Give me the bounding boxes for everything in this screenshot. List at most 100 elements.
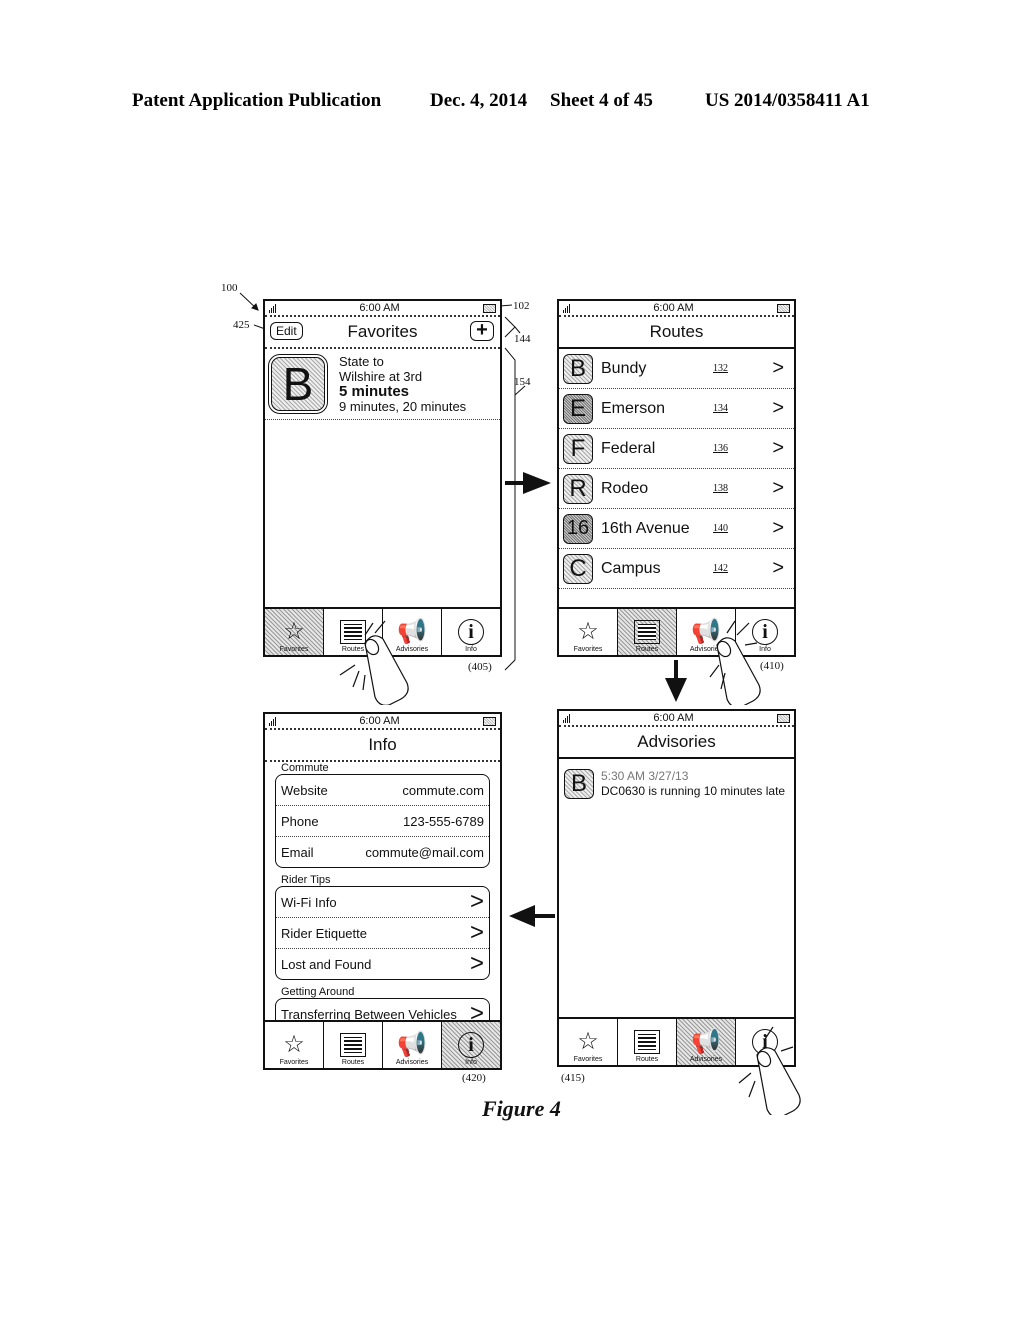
route-row[interactable]: 16 16th Avenue 140 > bbox=[559, 509, 794, 549]
chevron-right-icon: > bbox=[772, 477, 784, 499]
arrow-right-icon bbox=[505, 472, 551, 494]
route-name: Emerson bbox=[601, 399, 666, 417]
tab-favorites[interactable]: ☆ Favorites bbox=[559, 1019, 618, 1065]
tab-label: Routes bbox=[635, 1056, 659, 1063]
rider-tip-row-label: Rider Etiquette bbox=[281, 925, 367, 941]
tab-routes[interactable]: Routes bbox=[618, 1019, 677, 1065]
route-badge: F bbox=[563, 433, 593, 464]
route-row[interactable]: B Bundy 132 > bbox=[559, 349, 794, 389]
rider-tip-row[interactable]: Rider Etiquette > bbox=[276, 918, 489, 949]
page-title: Favorites bbox=[347, 322, 418, 341]
tab-info[interactable]: iInfo bbox=[442, 609, 500, 655]
route-name: 16th Avenue bbox=[601, 519, 690, 537]
star-icon: ☆ bbox=[283, 618, 305, 645]
tab-favorites[interactable]: ☆ Favorites bbox=[265, 609, 324, 655]
star-icon: ☆ bbox=[283, 1031, 305, 1058]
advisory-item[interactable]: B 5:30 AM 3/27/13 DC0630 is running 10 m… bbox=[559, 759, 794, 799]
favorite-item[interactable]: B State to Wilshire at 3rd 5 minutes 9 m… bbox=[265, 349, 500, 420]
commute-row[interactable]: Phone 123-555-6789 bbox=[276, 806, 489, 837]
megaphone-icon: 📢 bbox=[397, 1031, 427, 1058]
tab-label: Favorites bbox=[279, 1059, 309, 1066]
route-badge: B bbox=[564, 769, 594, 799]
advisory-message: DC0630 is running 10 minutes late bbox=[601, 784, 786, 798]
status-time: 6:00 AM bbox=[653, 302, 694, 314]
tab-label: Favorites bbox=[573, 1056, 603, 1063]
commute-value: 123-555-6789 bbox=[403, 813, 484, 829]
tab-label: Info bbox=[465, 1059, 477, 1066]
tab-advisories[interactable]: 📢 Advisories bbox=[677, 1019, 736, 1065]
star-icon: ☆ bbox=[577, 618, 599, 645]
route-badge: R bbox=[563, 473, 593, 504]
finger-tap-icon bbox=[709, 620, 761, 705]
route-list: B Bundy 132 > E Emerson 134 > F Federal 136 > R Rodeo… bbox=[559, 349, 794, 589]
chevron-right-icon: > bbox=[772, 357, 784, 379]
page-title: Advisories bbox=[637, 732, 716, 751]
page-title: Routes bbox=[649, 322, 704, 341]
edit-button[interactable]: Edit bbox=[270, 322, 303, 340]
tab-label: Advisories bbox=[689, 1056, 723, 1063]
finger-tap-icon bbox=[738, 1026, 801, 1115]
commute-row[interactable]: Email commute@mail.com bbox=[276, 837, 489, 867]
tab-routes[interactable]: Routes bbox=[618, 609, 677, 655]
route-row[interactable]: F Federal 136 > bbox=[559, 429, 794, 469]
title-bar: Advisories bbox=[559, 727, 794, 759]
commute-key: Email bbox=[281, 844, 314, 860]
chevron-right-icon: > bbox=[772, 397, 784, 419]
finger-tap-icon bbox=[339, 620, 409, 705]
list-icon bbox=[340, 1033, 366, 1057]
list-icon bbox=[634, 620, 660, 644]
tab-favorites[interactable]: ☆ Favorites bbox=[559, 609, 618, 655]
ref-route: 132 bbox=[713, 363, 728, 374]
route-badge: B bbox=[563, 353, 593, 384]
tab-routes[interactable]: Routes bbox=[324, 1022, 383, 1068]
chevron-right-icon: > bbox=[469, 950, 484, 977]
route-badge: 16 bbox=[563, 513, 593, 544]
battery-icon bbox=[776, 303, 790, 313]
commute-value: commute.com bbox=[402, 782, 484, 798]
chevron-right-icon: > bbox=[772, 517, 784, 539]
commute-value: commute@mail.com bbox=[365, 844, 484, 860]
leader-lines bbox=[239, 292, 526, 671]
status-bar: 6:00 AM bbox=[559, 711, 794, 727]
arrow-left-icon bbox=[509, 905, 555, 927]
tab-label: Favorites bbox=[279, 646, 309, 653]
tab-advisories[interactable]: 📢 Advisories bbox=[383, 1022, 442, 1068]
commute-row[interactable]: Website commute.com bbox=[276, 775, 489, 806]
favorite-next-arrival: 5 minutes bbox=[339, 383, 410, 400]
rider-tip-row-label: Lost and Found bbox=[281, 956, 372, 972]
tab-label: Routes bbox=[635, 646, 659, 653]
advisory-timestamp: 5:30 AM 3/27/13 bbox=[601, 769, 689, 783]
tab-info[interactable]: iInfo bbox=[442, 1022, 500, 1068]
battery-icon bbox=[482, 716, 496, 726]
chevron-right-icon: > bbox=[772, 557, 784, 579]
signal-icon bbox=[269, 716, 276, 726]
add-favorite-button[interactable]: + bbox=[470, 320, 494, 341]
route-row[interactable]: R Rodeo 138 > bbox=[559, 469, 794, 509]
route-badge: E bbox=[563, 393, 593, 424]
battery-icon bbox=[482, 303, 496, 313]
rider-tips-group: Wi-Fi Info > Rider Etiquette > Lost and Foun… bbox=[275, 886, 490, 980]
commute-key: Website bbox=[281, 782, 328, 798]
route-row[interactable]: C Campus 142 > bbox=[559, 549, 794, 589]
section-label-rider-tips: Rider Tips bbox=[281, 874, 331, 886]
route-row[interactable]: E Emerson 134 > bbox=[559, 389, 794, 429]
info-icon: i bbox=[458, 619, 484, 645]
signal-icon bbox=[563, 713, 570, 723]
route-badge: B bbox=[268, 354, 328, 414]
list-icon bbox=[634, 1030, 660, 1054]
megaphone-icon: 📢 bbox=[691, 1028, 721, 1055]
commute-key: Phone bbox=[281, 813, 319, 829]
rider-tip-row[interactable]: Wi-Fi Info > bbox=[276, 887, 489, 918]
tab-bar: ☆Favorites Routes 📢Advisories iInfo bbox=[265, 1020, 500, 1068]
tab-label: Routes bbox=[341, 1059, 365, 1066]
tab-favorites[interactable]: ☆ Favorites bbox=[265, 1022, 324, 1068]
route-name: Rodeo bbox=[601, 479, 649, 497]
commute-group: Website commute.com Phone 123-555-6789 Email… bbox=[275, 774, 490, 868]
rider-tip-row[interactable]: Lost and Found > bbox=[276, 949, 489, 979]
tab-label: Advisories bbox=[395, 1059, 429, 1066]
rider-tip-row-label: Wi-Fi Info bbox=[281, 894, 337, 910]
ref-route: 138 bbox=[713, 483, 728, 494]
chevron-right-icon: > bbox=[469, 888, 484, 915]
chevron-right-icon: > bbox=[469, 919, 484, 946]
info-screen: 6:00 AM Info Commute Website commute.com P… bbox=[263, 712, 502, 1070]
